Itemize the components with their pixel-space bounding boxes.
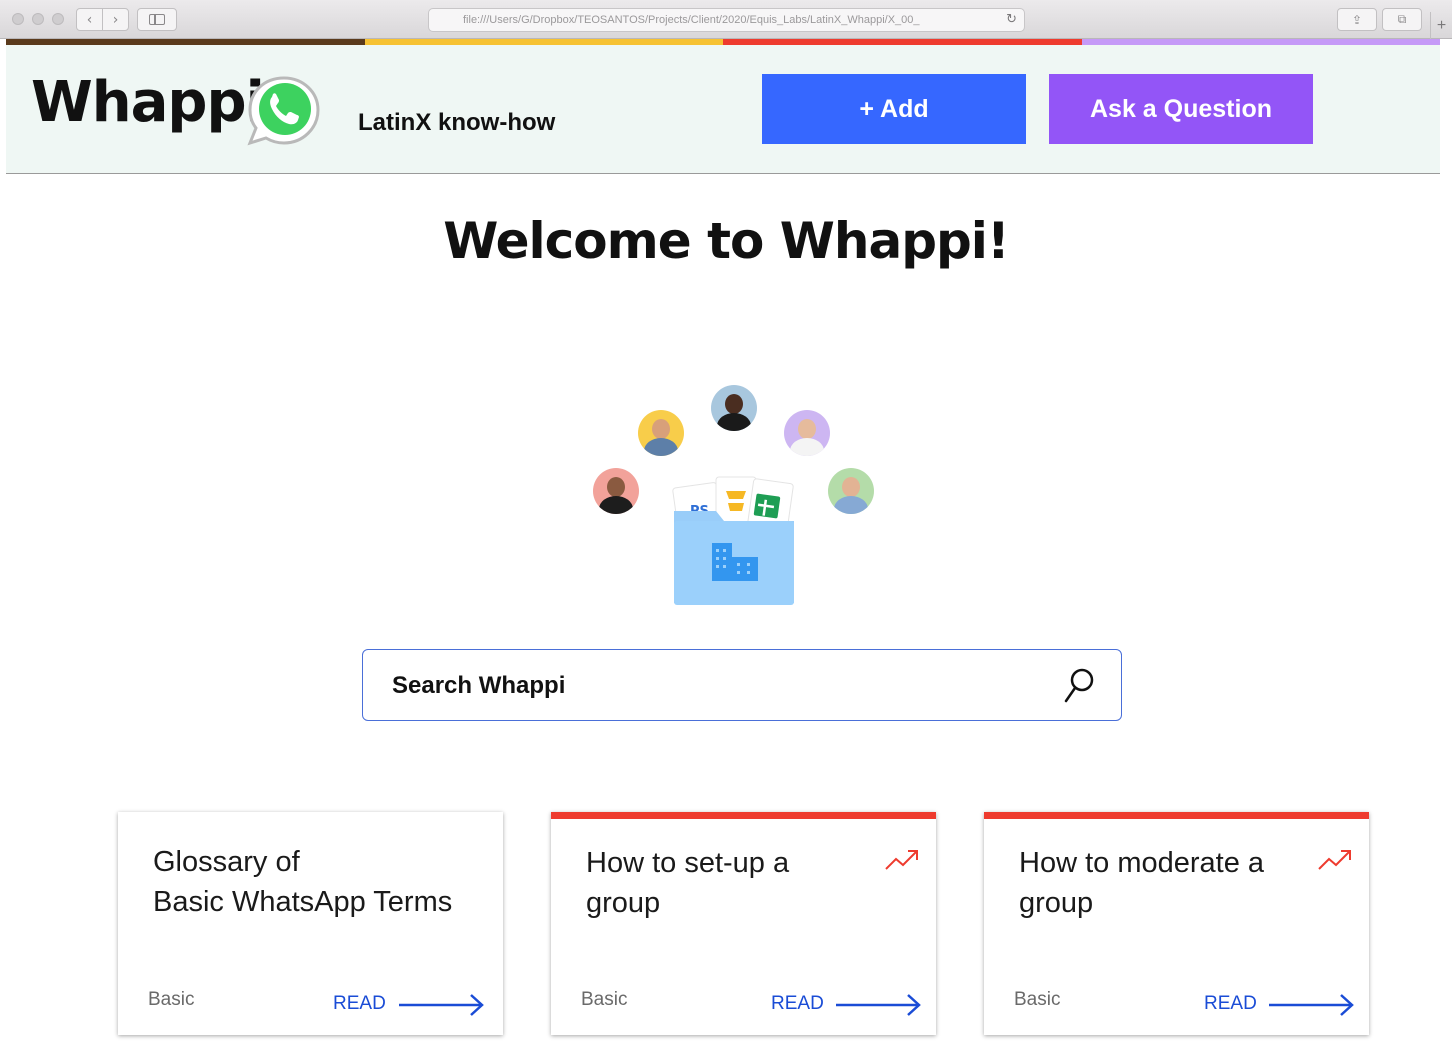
- avatar: [593, 468, 639, 514]
- chevron-right-icon: ›: [112, 11, 119, 28]
- folder-icon: PS: [672, 476, 794, 605]
- history-nav: ‹ ›: [76, 8, 129, 31]
- ask-question-button[interactable]: Ask a Question: [1049, 74, 1313, 144]
- add-button[interactable]: + Add: [762, 74, 1026, 144]
- site-header: Whappi LatinX know-how + Add Ask a Quest…: [6, 45, 1440, 174]
- whatsapp-icon: [247, 76, 320, 146]
- address-bar[interactable]: file:///Users/G/Dropbox/TEOSANTOS/Projec…: [428, 8, 1025, 32]
- sidebar-icon: [149, 14, 165, 25]
- sidebar-toggle-button[interactable]: [137, 8, 177, 31]
- forward-button[interactable]: ›: [102, 9, 128, 30]
- avatar: [784, 410, 830, 456]
- share-icon: ⇪: [1351, 12, 1363, 27]
- new-tab-button[interactable]: +: [1430, 12, 1452, 39]
- avatar: [638, 410, 684, 456]
- read-link[interactable]: READ: [771, 993, 824, 1015]
- minimize-window-button[interactable]: [32, 13, 44, 25]
- hero-illustration: PS: [590, 383, 880, 608]
- avatar: [711, 385, 757, 431]
- reload-icon[interactable]: ↻: [1006, 12, 1017, 27]
- article-card[interactable]: How to set-up a group Basic READ: [551, 812, 936, 1035]
- card-level: Basic: [581, 989, 628, 1010]
- browser-toolbar: ‹ › file:///Users/G/Dropbox/TEOSANTOS/Pr…: [0, 0, 1452, 39]
- plus-icon: +: [1436, 16, 1447, 34]
- search-placeholder: Search Whappi: [392, 672, 566, 699]
- trending-up-icon: [1318, 850, 1351, 870]
- card-title[interactable]: How to set-up a group: [586, 843, 866, 923]
- search-icon[interactable]: [1063, 667, 1095, 705]
- arrow-right-icon[interactable]: [834, 993, 922, 1017]
- tabs-icon: ⧉: [1397, 12, 1407, 26]
- chevron-left-icon: ‹: [86, 11, 93, 28]
- read-link[interactable]: READ: [1204, 993, 1257, 1015]
- share-button[interactable]: ⇪: [1337, 8, 1377, 31]
- back-button[interactable]: ‹: [77, 9, 102, 30]
- trending-up-icon: [885, 850, 918, 870]
- site-logo[interactable]: Whappi: [31, 75, 265, 131]
- page-title: Welcome to Whappi!: [443, 212, 1010, 270]
- read-link[interactable]: READ: [333, 993, 386, 1015]
- search-input[interactable]: Search Whappi: [362, 649, 1122, 721]
- zoom-window-button[interactable]: [52, 13, 64, 25]
- close-window-button[interactable]: [12, 13, 24, 25]
- card-title[interactable]: How to moderate a group: [1019, 843, 1299, 923]
- url-text: file:///Users/G/Dropbox/TEOSANTOS/Projec…: [463, 14, 920, 26]
- avatar: [828, 468, 874, 514]
- article-card[interactable]: How to moderate a group Basic READ: [984, 812, 1369, 1035]
- card-title[interactable]: Glossary of Basic WhatsApp Terms: [153, 842, 483, 922]
- site-tagline: LatinX know-how: [358, 109, 556, 136]
- card-level: Basic: [1014, 989, 1061, 1010]
- article-card[interactable]: Glossary of Basic WhatsApp Terms Basic R…: [118, 812, 503, 1035]
- arrow-right-icon[interactable]: [1267, 993, 1355, 1017]
- arrow-right-icon[interactable]: [397, 993, 485, 1017]
- card-level: Basic: [148, 989, 195, 1010]
- show-tabs-button[interactable]: ⧉: [1382, 8, 1422, 31]
